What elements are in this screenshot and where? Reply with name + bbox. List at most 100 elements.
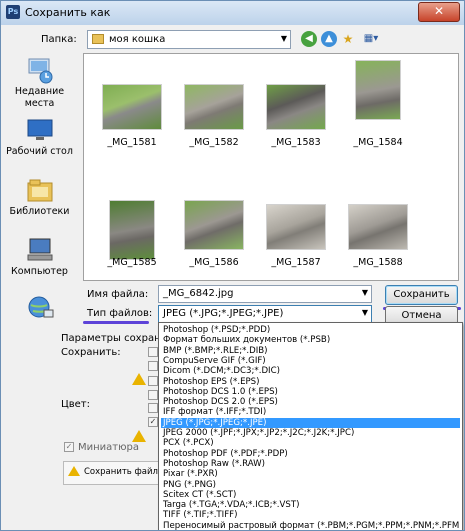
new-folder-icon[interactable]: ★ (340, 31, 356, 47)
network-icon (25, 295, 55, 321)
option-checkbox[interactable] (148, 376, 158, 386)
filetype-option[interactable]: Photoshop EPS (*.EPS) (161, 377, 460, 388)
option-checkbox[interactable] (148, 403, 158, 413)
filetype-option[interactable]: PNG (*.PNG) (161, 480, 460, 491)
libraries-icon (25, 177, 55, 203)
photoshop-icon: Ps (6, 5, 20, 19)
places-sidebar: Недавние места Рабочий стол Библиотеки К… (1, 53, 78, 318)
note-box: Сохранить файл с (63, 461, 166, 485)
file-thumbnail (102, 84, 162, 130)
save-as-dialog: Ps Сохранить как ✕ Папка: моя кошка ▼ ◀ … (0, 0, 465, 531)
chevron-down-icon[interactable]: ▼ (362, 288, 368, 297)
file-list[interactable]: _MG_1581 _MG_1582 _MG_1583 _MG_1584 _MG_… (83, 53, 459, 281)
filetype-option[interactable]: Pixar (*.PXR) (161, 469, 460, 480)
note-text: Сохранить файл с (84, 467, 166, 477)
filetype-value: JPEG (*.JPG;*.JPEG;*.JPE) (163, 308, 284, 319)
file-item[interactable]: _MG_1586 (176, 200, 244, 268)
save-options-label: Сохранить: (61, 347, 121, 358)
view-menu-icon[interactable]: ▦▾ (359, 31, 383, 47)
recent-places-icon (25, 57, 55, 84)
file-thumbnail (355, 60, 401, 120)
chevron-down-icon[interactable]: ▼ (362, 308, 368, 317)
place-computer[interactable]: Компьютер (1, 237, 78, 278)
filetype-option[interactable]: Photoshop (*.PSD;*.PDD) (161, 325, 460, 336)
chevron-down-icon: ▼ (280, 34, 287, 43)
thumbnail-checkbox[interactable]: ✓ (64, 442, 74, 452)
filename-value: _MG_6842.jpg (163, 288, 234, 299)
option-checkbox[interactable] (148, 361, 158, 371)
filetype-option[interactable]: IFF формат (*.IFF;*.TDI) (161, 407, 460, 418)
desktop-icon (25, 117, 55, 143)
file-item[interactable]: _MG_1585 (94, 200, 157, 268)
place-desktop[interactable]: Рабочий стол (1, 117, 78, 158)
filetype-option[interactable]: PCX (*.PCX) (161, 438, 460, 449)
current-folder-name: моя кошка (109, 34, 166, 45)
warning-icon (132, 373, 146, 385)
filetype-label: Тип файлов: (87, 308, 153, 319)
title-bar[interactable]: Ps Сохранить как ✕ (1, 1, 464, 25)
filetype-option[interactable]: TIFF (*.TIF;*.TIFF) (161, 510, 460, 521)
filetype-option[interactable]: Scitex CT (*.SCT) (161, 490, 460, 501)
filetype-option[interactable]: JPEG (*.JPG;*.JPEG;*.JPE) (161, 417, 460, 429)
file-name: _MG_1584 (353, 137, 403, 148)
place-label: Недавние места (14, 86, 65, 109)
close-button[interactable]: ✕ (418, 2, 460, 22)
back-icon[interactable]: ◀ (301, 31, 317, 47)
place-label: Библиотеки (9, 206, 70, 217)
up-folder-icon[interactable]: ▲ (321, 31, 337, 47)
file-item[interactable]: _MG_1583 (258, 84, 326, 148)
option-checkbox[interactable] (148, 347, 158, 357)
place-label: Рабочий стол (6, 146, 73, 157)
file-thumbnail (348, 204, 408, 250)
place-recent[interactable]: Недавние места (1, 57, 78, 110)
file-item[interactable]: _MG_1588 (340, 204, 408, 268)
computer-icon (25, 237, 55, 263)
filetype-option[interactable]: Переносимый растровый формат (*.PBM;*.PG… (161, 521, 460, 530)
filetype-option[interactable]: Dicom (*.DCM;*.DC3;*.DIC) (161, 366, 460, 377)
file-name: _MG_1583 (271, 137, 321, 148)
file-name: _MG_1588 (353, 257, 403, 268)
file-item[interactable]: _MG_1584 (340, 60, 403, 148)
warning-icon (132, 430, 146, 442)
filetype-option[interactable]: CompuServe GIF (*.GIF) (161, 356, 460, 367)
folder-label: Папка: (41, 34, 77, 45)
file-item[interactable]: _MG_1587 (258, 204, 326, 268)
file-item[interactable]: _MG_1582 (176, 84, 244, 148)
place-network[interactable] (1, 295, 78, 324)
save-button[interactable]: Сохранить (385, 285, 458, 305)
icc-profile-checkbox[interactable]: ✓ (148, 417, 158, 427)
filename-label: Имя файла: (87, 289, 149, 300)
filename-input[interactable]: _MG_6842.jpg ▼ (158, 285, 372, 303)
option-checkbox[interactable] (148, 390, 158, 400)
filetype-option[interactable]: Targa (*.TGA;*.VDA;*.ICB;*.VST) (161, 500, 460, 511)
filetype-option[interactable]: Photoshop Raw (*.RAW) (161, 459, 460, 470)
filetype-select[interactable]: JPEG (*.JPG;*.JPEG;*.JPE) ▼ (158, 305, 372, 323)
file-name: _MG_1582 (189, 137, 239, 148)
file-thumbnail (266, 204, 326, 250)
thumbnail-label: Миниатюра (78, 442, 140, 453)
file-item[interactable]: _MG_1581 (94, 84, 162, 148)
warning-icon (68, 466, 80, 476)
file-thumbnail (266, 84, 326, 130)
place-label: Компьютер (11, 266, 68, 277)
folder-select[interactable]: моя кошка ▼ (87, 30, 291, 49)
file-name: _MG_1587 (271, 257, 321, 268)
file-thumbnail (184, 84, 244, 130)
filetype-option[interactable]: Формат больших документов (*.PSB) (161, 335, 460, 346)
place-libraries[interactable]: Библиотеки (1, 177, 78, 218)
folder-icon (92, 34, 104, 44)
annotation-underline (83, 321, 149, 324)
filetype-dropdown-list[interactable]: Photoshop (*.PSD;*.PDD) Формат больших до… (158, 322, 463, 530)
filetype-option[interactable]: Photoshop DCS 2.0 (*.EPS) (161, 397, 460, 408)
filetype-option[interactable]: JPEG 2000 (*.JPF;*.JPX;*.JP2;*.J2C;*.J2K… (161, 428, 460, 439)
filetype-option[interactable]: Photoshop DCS 1.0 (*.EPS) (161, 387, 460, 398)
filetype-option[interactable]: Photoshop PDF (*.PDF;*.PDP) (161, 449, 460, 460)
file-name: _MG_1585 (107, 257, 157, 268)
folder-bar: Папка: моя кошка ▼ ◀ ▲ ★ ▦▾ (1, 27, 464, 53)
filetype-option[interactable]: BMP (*.BMP;*.RLE;*.DIB) (161, 346, 460, 357)
color-label: Цвет: (61, 399, 91, 410)
file-thumbnail (109, 200, 155, 260)
file-name: _MG_1586 (189, 257, 239, 268)
file-name: _MG_1581 (107, 137, 157, 148)
file-thumbnail (184, 200, 244, 250)
